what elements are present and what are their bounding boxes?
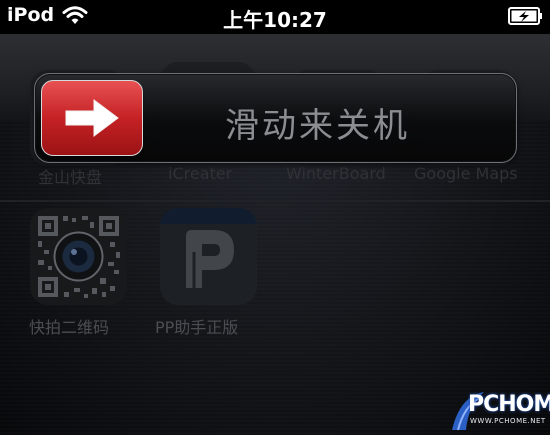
power-off-label: 滑动来关机: [225, 106, 410, 146]
battery-charging-icon: [508, 7, 544, 29]
app-label-qr-camera: 快拍二维码: [29, 318, 110, 337]
qr-camera-icon: [30, 208, 127, 305]
app-label-google-maps: Google Maps: [414, 164, 518, 183]
home-screen-dimmed: 金山快盘 iCreater WinterBoard Google Maps 快拍…: [0, 0, 550, 435]
watermark-url: WWW.PCHOME.NET: [470, 417, 546, 425]
app-label-kuaipan: 金山快盘: [38, 168, 103, 187]
power-off-slider[interactable]: 滑动来关机: [34, 73, 517, 163]
pp-assistant-icon: [160, 208, 257, 305]
status-bar: iPod 上午10:27: [0, 0, 550, 34]
app-label-pp-assistant: PP助手正版: [155, 318, 239, 337]
pchome-watermark: PCHOME WWW.PCHOME.NET: [450, 388, 550, 432]
arrow-right-icon: [65, 99, 119, 137]
power-off-slider-thumb[interactable]: [41, 80, 143, 156]
app-label-winterboard: WinterBoard: [286, 164, 386, 183]
dock-divider: [0, 200, 550, 202]
watermark-brand: PCHOME: [468, 392, 550, 417]
app-label-icreater: iCreater: [168, 164, 233, 183]
status-clock: 上午10:27: [223, 8, 327, 32]
